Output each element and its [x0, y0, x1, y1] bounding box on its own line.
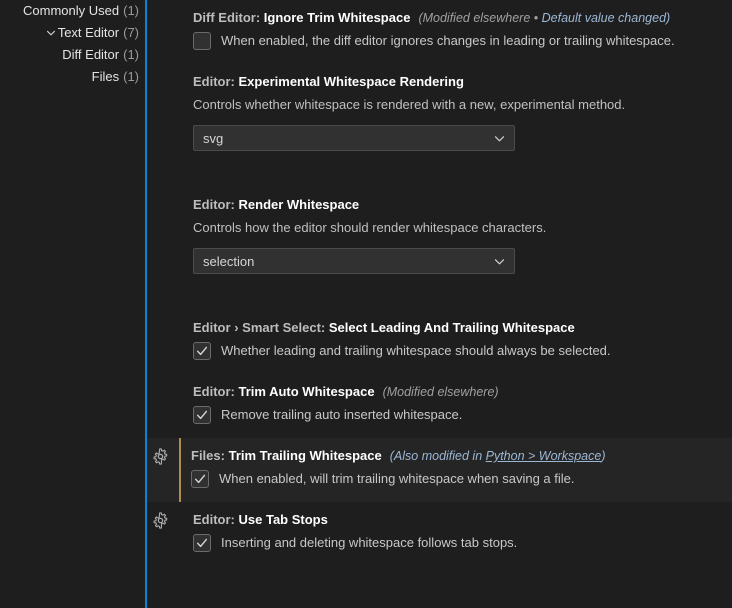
- setting-row[interactable]: Editor › Smart Select: Select Leading An…: [145, 310, 732, 374]
- toc-item-label: Commonly Used: [23, 3, 120, 18]
- setting-gutter: [145, 374, 181, 438]
- toc-item-label: Files: [91, 69, 120, 84]
- setting-title: Diff Editor: Ignore Trim Whitespace (Modi…: [193, 9, 718, 27]
- setting-gutter: [145, 187, 181, 288]
- setting-gutter: [145, 438, 181, 502]
- setting-category: Editor:: [193, 384, 235, 399]
- setting-checkbox-row[interactable]: Remove trailing auto inserted whitespace…: [193, 405, 718, 424]
- setting-spacer: [145, 288, 732, 310]
- setting-checkbox-label: Remove trailing auto inserted whitespace…: [221, 407, 463, 422]
- setting-checkbox-label: When enabled, the diff editor ignores ch…: [221, 33, 675, 48]
- setting-body: Editor: Trim Auto Whitespace (Modified el…: [181, 374, 732, 438]
- toc-item-text-editor[interactable]: Text Editor (7): [0, 22, 145, 44]
- setting-name: Trim Trailing Whitespace: [228, 448, 382, 463]
- setting-body: Diff Editor: Ignore Trim Whitespace (Modi…: [181, 0, 732, 64]
- setting-category: Editor:: [193, 197, 235, 212]
- setting-tag-text: (Also modified in: [389, 449, 486, 463]
- setting-title: Editor: Render Whitespace: [193, 196, 718, 214]
- toc-item-label: Diff Editor: [62, 47, 120, 62]
- setting-tag-text: (Modified elsewhere): [382, 385, 499, 399]
- setting-category: Files:: [191, 448, 225, 463]
- setting-body: Editor: Use Tab Stops Inserting and delet…: [181, 502, 732, 566]
- setting-checkbox[interactable]: [191, 470, 209, 488]
- gear-icon[interactable]: [152, 512, 169, 529]
- setting-name: Trim Auto Whitespace: [238, 384, 375, 399]
- setting-description: Controls how the editor should render wh…: [193, 220, 547, 235]
- setting-gutter: [145, 310, 181, 374]
- setting-category: Editor:: [193, 74, 235, 89]
- setting-select-value: svg: [203, 130, 224, 146]
- setting-body: Editor: Experimental Whitespace Renderin…: [181, 64, 732, 165]
- setting-checkbox-label: When enabled, will trim trailing whitesp…: [219, 471, 575, 486]
- setting-body: Files: Trim Trailing Whitespace (Also mod…: [179, 438, 732, 502]
- chevron-down-icon[interactable]: [44, 27, 58, 39]
- settings-editor: Commonly Used (1) Text Editor (7) Diff Edito…: [0, 0, 732, 608]
- setting-name: Ignore Trim Whitespace: [263, 10, 411, 25]
- chevron-down-icon: [492, 254, 506, 268]
- setting-select-value: selection: [203, 253, 255, 269]
- setting-modified-indicator-text: (Modified elsewhere): [383, 385, 499, 399]
- toc-item-count: (1): [123, 3, 139, 18]
- setting-checkbox-row[interactable]: When enabled, will trim trailing whitesp…: [191, 469, 718, 488]
- setting-name: Experimental Whitespace Rendering: [238, 74, 464, 89]
- setting-spacer: [145, 165, 732, 187]
- setting-row[interactable]: Editor: Use Tab Stops Inserting and delet…: [145, 502, 732, 566]
- setting-select[interactable]: svg: [193, 125, 515, 151]
- setting-modified-indicator-text: (Also modified in Python > Workspace): [390, 449, 606, 463]
- setting-tag-text: •: [530, 11, 542, 25]
- setting-row[interactable]: Editor: Trim Auto Whitespace (Modified el…: [145, 374, 732, 438]
- setting-tag-text: (Modified elsewhere: [418, 11, 531, 25]
- setting-name: Select Leading And Trailing Whitespace: [328, 320, 575, 335]
- setting-tag-text: ): [601, 449, 606, 463]
- setting-checkbox[interactable]: [193, 534, 211, 552]
- chevron-down-icon: [492, 131, 506, 145]
- setting-description: Controls whether whitespace is rendered …: [193, 97, 626, 112]
- setting-row[interactable]: Editor: Experimental Whitespace Renderin…: [145, 64, 732, 165]
- setting-row[interactable]: Editor: Render Whitespace Controls how th…: [145, 187, 732, 288]
- setting-checkbox-row[interactable]: When enabled, the diff editor ignores ch…: [193, 31, 718, 50]
- setting-title: Editor: Experimental Whitespace Renderin…: [193, 73, 718, 91]
- setting-modified-indicator-text: (Modified elsewhere • Default value chan…: [418, 11, 670, 25]
- setting-gutter: [145, 502, 181, 566]
- setting-checkbox-row[interactable]: Inserting and deleting whitespace follow…: [193, 533, 718, 552]
- toc-item-count: (7): [123, 25, 139, 40]
- setting-category: Diff Editor:: [193, 10, 261, 25]
- toc-item-commonly-used[interactable]: Commonly Used (1): [0, 0, 145, 22]
- setting-body: Editor: Render Whitespace Controls how th…: [181, 187, 732, 288]
- toc-item-label: Text Editor: [57, 25, 120, 40]
- setting-gutter: [145, 0, 181, 64]
- setting-category: Editor:: [193, 512, 235, 527]
- toc-focus-border: [145, 0, 147, 608]
- setting-tag-text: Default value changed): [541, 11, 671, 25]
- setting-checkbox-label: Inserting and deleting whitespace follow…: [221, 535, 518, 550]
- setting-category-separator: ›: [234, 320, 239, 335]
- setting-name: Use Tab Stops: [238, 512, 328, 527]
- toc-item-count: (1): [123, 47, 139, 62]
- setting-body: Editor › Smart Select: Select Leading An…: [181, 310, 732, 374]
- gear-icon[interactable]: [152, 448, 169, 465]
- setting-checkbox[interactable]: [193, 32, 211, 50]
- setting-gutter: [145, 64, 181, 165]
- settings-toc-tree[interactable]: Commonly Used (1) Text Editor (7) Diff Edito…: [0, 0, 145, 608]
- setting-scope-link[interactable]: Python > Workspace: [486, 449, 602, 463]
- toc-item-files[interactable]: Files (1): [0, 66, 145, 88]
- setting-row[interactable]: Diff Editor: Ignore Trim Whitespace (Modi…: [145, 0, 732, 64]
- toc-item-count: (1): [123, 69, 139, 84]
- settings-list[interactable]: Diff Editor: Ignore Trim Whitespace (Modi…: [145, 0, 732, 608]
- setting-title: Editor: Trim Auto Whitespace (Modified el…: [193, 383, 718, 401]
- setting-checkbox[interactable]: [193, 406, 211, 424]
- setting-checkbox[interactable]: [193, 342, 211, 360]
- setting-row[interactable]: Files: Trim Trailing Whitespace (Also mod…: [145, 438, 732, 502]
- setting-name: Render Whitespace: [238, 197, 360, 212]
- setting-title: Editor: Use Tab Stops: [193, 511, 718, 529]
- setting-checkbox-row[interactable]: Whether leading and trailing whitespace …: [193, 341, 718, 360]
- setting-title: Files: Trim Trailing Whitespace (Also mod…: [191, 447, 718, 465]
- toc-item-diff-editor[interactable]: Diff Editor (1): [0, 44, 145, 66]
- setting-title: Editor › Smart Select: Select Leading An…: [193, 319, 718, 337]
- setting-select[interactable]: selection: [193, 248, 515, 274]
- setting-category: Editor: [193, 320, 231, 335]
- setting-subcategory: Smart Select:: [242, 320, 326, 335]
- setting-checkbox-label: Whether leading and trailing whitespace …: [221, 343, 611, 358]
